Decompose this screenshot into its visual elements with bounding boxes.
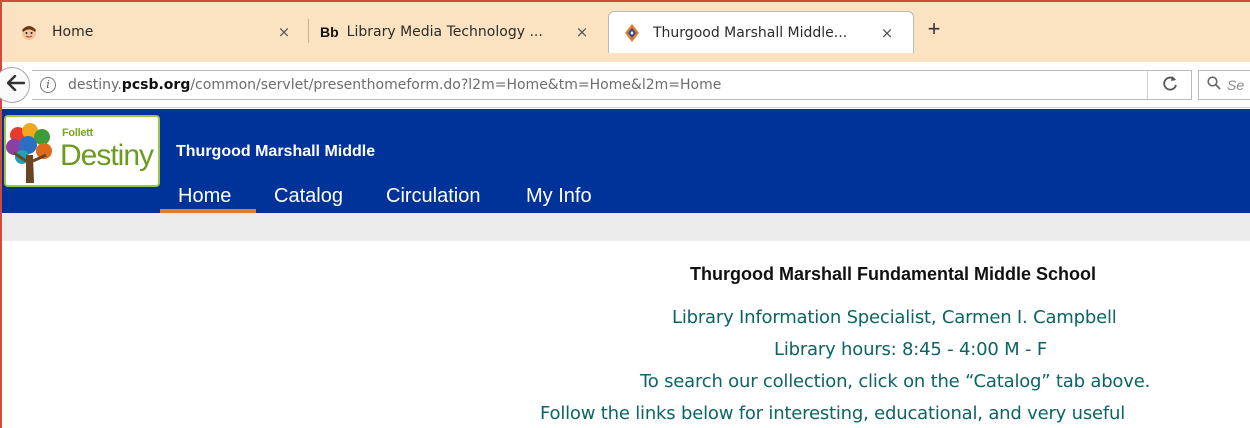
back-arrow-icon xyxy=(0,74,26,96)
tab-library-media[interactable]: Bb Library Media Technology ... × xyxy=(320,11,604,52)
tab-title: Thurgood Marshall Middle... xyxy=(653,24,848,41)
logo-follett-text: Follett xyxy=(62,127,93,139)
header-school-name: Thurgood Marshall Middle xyxy=(176,143,376,160)
back-button[interactable] xyxy=(0,67,30,103)
menu-item-circulation[interactable]: Circulation xyxy=(386,185,480,208)
tab-strip: Home × Bb Library Media Technology ... ×… xyxy=(2,2,1250,62)
navigation-bar: i destiny.pcsb.org/common/servlet/presen… xyxy=(0,62,1250,108)
search-placeholder: Se xyxy=(1227,77,1245,93)
tree-logo-icon xyxy=(4,121,56,192)
search-input[interactable]: Se xyxy=(1198,70,1250,100)
tab-thurgood-marshall[interactable]: Thurgood Marshall Middle... × xyxy=(608,11,914,53)
new-tab-button[interactable]: + xyxy=(922,17,946,41)
menu-item-my-info[interactable]: My Info xyxy=(526,185,592,208)
info-icon[interactable]: i xyxy=(40,77,56,93)
sub-header-bar xyxy=(2,213,1250,241)
url-bar[interactable]: i destiny.pcsb.org/common/servlet/presen… xyxy=(32,70,1192,100)
librarian-line: Library Information Specialist, Carmen I… xyxy=(672,307,1117,328)
search-icon xyxy=(1207,75,1221,95)
destiny-logo[interactable]: Follett Destiny xyxy=(4,115,160,187)
avatar-favicon-icon xyxy=(20,23,38,41)
school-full-name: Thurgood Marshall Fundamental Middle Sch… xyxy=(690,264,1097,284)
close-tab-icon[interactable]: × xyxy=(574,23,590,41)
destiny-favicon-icon xyxy=(625,23,639,42)
search-instruction-line: To search our collection, click on the “… xyxy=(640,371,1151,392)
reload-icon xyxy=(1162,75,1178,96)
reload-button[interactable] xyxy=(1147,71,1191,99)
library-hours-line: Library hours: 8:45 - 4:00 M - F xyxy=(774,339,1047,360)
close-tab-icon[interactable]: × xyxy=(879,24,895,42)
links-intro-line: Follow the links below for interesting, … xyxy=(540,403,1126,424)
tab-separator xyxy=(308,19,309,43)
tab-home[interactable]: Home × xyxy=(20,11,306,52)
menu-item-catalog[interactable]: Catalog xyxy=(274,185,343,208)
logo-destiny-text: Destiny xyxy=(60,139,154,172)
url-text[interactable]: destiny.pcsb.org/common/servlet/presenth… xyxy=(68,77,721,93)
url-domain: pcsb.org xyxy=(121,77,191,93)
tab-title: Home xyxy=(52,23,94,40)
tab-title: Library Media Technology ... xyxy=(346,23,543,40)
close-tab-icon[interactable]: × xyxy=(276,23,292,41)
home-content: Thurgood Marshall Fundamental Middle Sch… xyxy=(2,241,1250,428)
url-prefix: destiny. xyxy=(68,77,122,93)
blackboard-favicon-icon: Bb xyxy=(320,23,339,40)
destiny-header: Follett Destiny Thurgood Marshall Middle… xyxy=(2,109,1250,213)
menu-item-home[interactable]: Home xyxy=(178,185,231,208)
url-path: /common/servlet/presenthomeform.do?l2m=H… xyxy=(190,77,722,93)
